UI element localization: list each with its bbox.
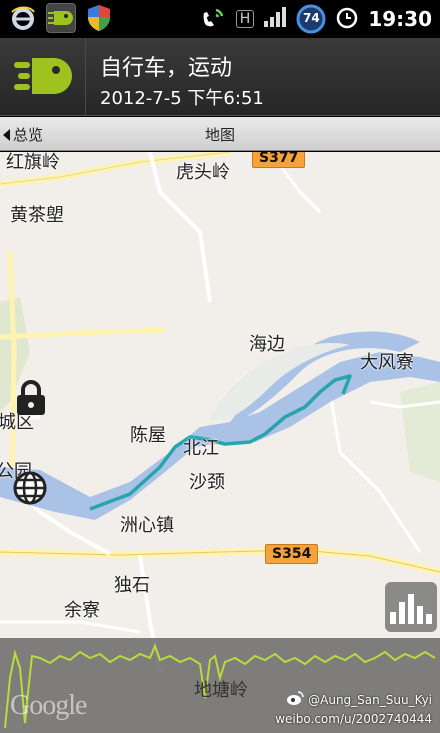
place-label: 北江 <box>183 438 219 459</box>
status-bar: H 74 19:30 <box>0 0 440 38</box>
clock-time: 19:30 <box>368 7 432 31</box>
app-notification-icon <box>46 3 76 33</box>
signal-icon <box>263 6 287 32</box>
place-label: 陈屋 <box>130 425 166 446</box>
globe-icon[interactable] <box>12 470 48 506</box>
place-label: 地塘岭 <box>194 680 248 701</box>
place-label: 洲心镇 <box>120 515 174 536</box>
road-shield: S377 <box>252 152 306 168</box>
ie-browser-icon <box>8 3 38 33</box>
chart-icon <box>399 602 405 624</box>
weibo-url: weibo.com/u/2002740444 <box>275 712 432 726</box>
battery-icon: 74 <box>296 4 326 34</box>
place-label: 黄茶塱 <box>10 205 64 226</box>
place-label: 红旗岭 <box>6 152 60 173</box>
weibo-watermark: @Aung_San_Suu_Kyi weibo.com/u/2002740444 <box>275 690 432 728</box>
chart-icon <box>417 606 423 624</box>
app-logo-icon <box>0 38 86 116</box>
wifi-call-icon <box>201 4 227 34</box>
place-label: 沙颈 <box>189 472 225 493</box>
place-label: 余寮 <box>64 600 100 621</box>
map-view[interactable]: 红旗岭 虎头岭 黄茶塱 海边 大风寮 城区 陈屋 北江 沙颈 公园 洲心镇 独石… <box>0 152 440 733</box>
network-h-icon: H <box>235 10 255 28</box>
activity-datetime: 2012-7-5 下午6:51 <box>100 88 264 109</box>
google-logo: Google <box>10 690 87 721</box>
road-shield: S354 <box>265 544 319 564</box>
chart-icon <box>408 594 414 624</box>
weibo-handle: @Aung_San_Suu_Kyi <box>308 693 432 707</box>
activity-title: 自行车，运动 <box>100 56 233 81</box>
nav-bar: 总览 地图 <box>0 117 440 151</box>
place-label: 虎头岭 <box>176 162 230 183</box>
place-label: 海边 <box>249 334 285 355</box>
battery-level: 74 <box>302 11 320 25</box>
chart-toggle-button[interactable] <box>385 582 437 632</box>
chart-icon <box>390 612 396 624</box>
place-label: 独石 <box>114 575 150 596</box>
shield-app-icon <box>84 3 114 33</box>
place-label: 大风寮 <box>360 352 414 373</box>
activity-header: 自行车，运动 2012-7-5 下午6:51 <box>0 38 440 116</box>
lock-icon[interactable] <box>14 380 48 416</box>
weibo-icon <box>286 690 304 711</box>
chart-icon <box>426 614 432 624</box>
nav-title: 地图 <box>204 126 235 144</box>
alarm-icon <box>335 5 359 33</box>
